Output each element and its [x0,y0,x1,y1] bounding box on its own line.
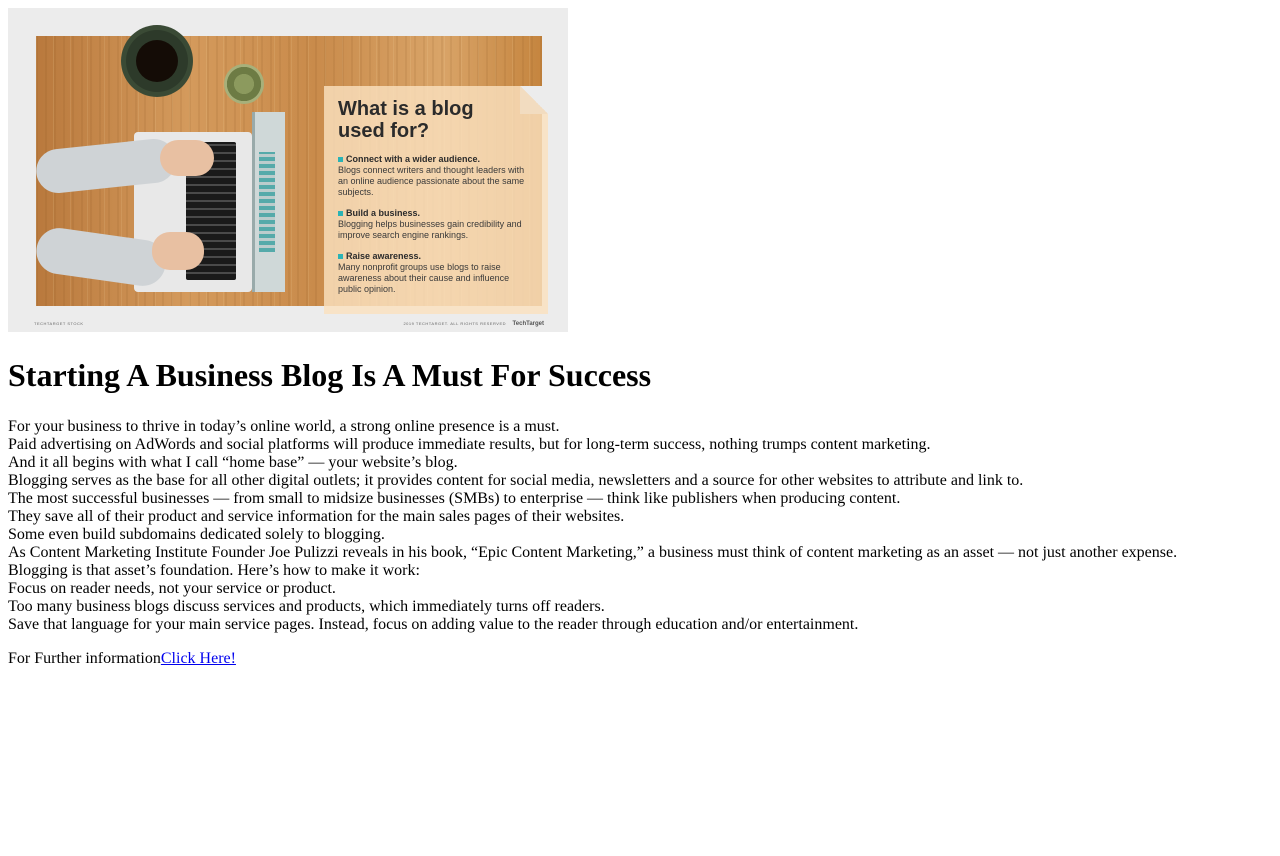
succulent-plant-icon [224,64,264,104]
bullet-icon [338,211,343,216]
body-line: Paid advertising on AdWords and social p… [8,436,931,453]
bullet-icon [338,254,343,259]
body-line: Some even build subdomains dedicated sol… [8,526,385,543]
card-point: Build a business. Blogging helps busines… [338,208,534,241]
laptop-screen-icon [252,112,285,292]
hero-image: What is a blog used for? Connect with a … [8,8,568,332]
body-line: Blogging serves as the base for all othe… [8,472,1024,489]
hand-icon [152,232,204,270]
body-line: For your business to thrive in today’s o… [8,418,560,435]
desk-photo: What is a blog used for? Connect with a … [33,30,548,314]
card-title: What is a blog used for? [338,98,474,142]
brand-logo: TechTarget [512,321,544,327]
point-title: Raise awareness. [346,251,422,261]
body-line: Blogging is that asset’s foundation. Her… [8,562,420,579]
body-line: Focus on reader needs, not your service … [8,580,336,597]
click-here-link[interactable]: Click Here! [161,650,236,667]
image-credit: TECHTARGET STOCK [34,321,84,326]
body-line: As Content Marketing Institute Founder J… [8,544,1178,561]
body-line: The most successful businesses — from sm… [8,490,901,507]
point-title: Build a business. [346,208,421,218]
hand-icon [160,140,214,176]
point-text: Blogging helps businesses gain credibili… [338,219,522,240]
point-title: Connect with a wider audience. [346,154,481,164]
body-line: Save that language for your main service… [8,616,859,633]
page: What is a blog used for? Connect with a … [0,0,1280,676]
bullet-icon [338,157,343,162]
article-body: For your business to thrive in today’s o… [8,418,1272,634]
page-fold-icon [520,86,548,114]
copyright-text: 2019 TECHTARGET. ALL RIGHTS RESERVED [403,321,506,326]
body-line: They save all of their product and servi… [8,508,625,525]
point-text: Many nonprofit groups use blogs to raise… [338,262,510,294]
body-line: Too many business blogs discuss services… [8,598,605,615]
article-title: Starting A Business Blog Is A Must For S… [8,357,652,393]
body-line: And it all begins with what I call “home… [8,454,458,471]
point-text: Blogs connect writers and thought leader… [338,165,525,197]
card-point: Raise awareness. Many nonprofit groups u… [338,251,534,295]
card-point: Connect with a wider audience. Blogs con… [338,154,534,198]
further-info-label: For Further information [8,650,161,667]
coffee-mug-icon [126,30,188,92]
further-info: For Further informationClick Here! [8,650,1272,668]
info-card: What is a blog used for? Connect with a … [324,86,548,314]
